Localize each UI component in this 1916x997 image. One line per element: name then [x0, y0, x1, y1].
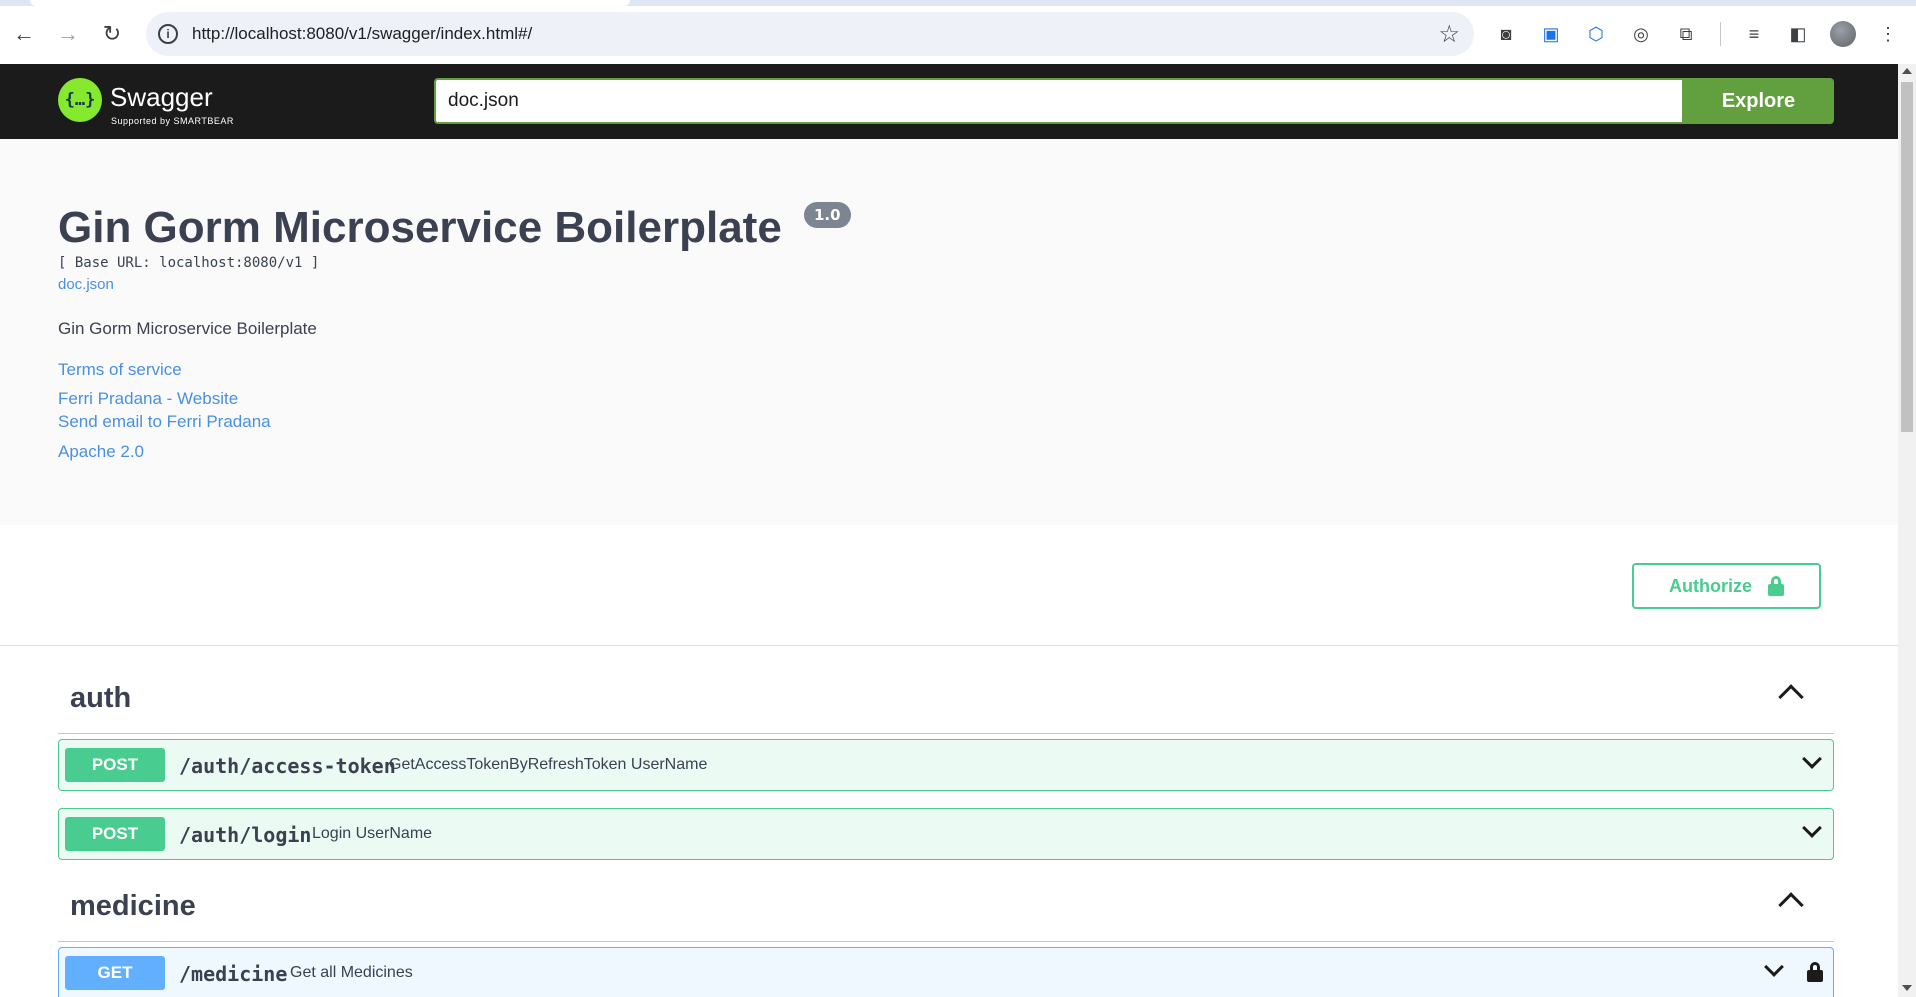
browser-menu-icon[interactable]: ⋮ [1872, 18, 1904, 50]
chevron-down-icon[interactable] [1764, 957, 1784, 977]
scrollbar-thumb[interactable] [1901, 82, 1913, 432]
explore-button[interactable]: Explore [1683, 78, 1834, 124]
authorize-label: Authorize [1669, 575, 1752, 596]
active-tab[interactable] [30, 0, 630, 6]
lock-icon [1768, 576, 1784, 596]
operation-summary[interactable]: Login UserName [312, 825, 432, 843]
browser-chrome: ← → ↻ i http://localhost:8080/v1/swagger… [0, 0, 1916, 64]
doc-json-link[interactable]: doc.json [58, 276, 114, 293]
forward-icon[interactable]: → [50, 16, 86, 52]
base-url: [ Base URL: localhost:8080/v1 ] [58, 255, 320, 271]
scroll-down-icon[interactable] [1902, 985, 1912, 991]
terms-of-service-link[interactable]: Terms of service [58, 360, 182, 380]
opblock-get-medicine[interactable]: GET /medicine Get all Medicines [58, 947, 1834, 997]
version-badge: 1.0 [804, 202, 851, 228]
authorize-button[interactable]: Authorize [1632, 563, 1821, 609]
operation-path[interactable]: /auth/access-token [179, 754, 396, 778]
extension-translate-icon[interactable]: ▣ [1535, 18, 1567, 50]
operation-path[interactable]: /medicine [179, 962, 287, 986]
scheme-container: Authorize [0, 525, 1898, 646]
chevron-up-icon[interactable] [1778, 684, 1804, 710]
operation-path[interactable]: /auth/login [179, 823, 311, 847]
swagger-logo-subtitle: Supported by SMARTBEAR [111, 116, 234, 126]
site-info-icon[interactable]: i [158, 24, 178, 44]
api-description: Gin Gorm Microservice Boilerplate [58, 319, 317, 338]
extension-search-icon[interactable]: ◙ [1490, 18, 1522, 50]
opblock-post-auth-access-token[interactable]: POST /auth/access-token GetAccessTokenBy… [58, 739, 1834, 791]
method-badge[interactable]: GET [65, 956, 165, 990]
page-scrollbar[interactable] [1898, 64, 1916, 997]
swagger-topbar: {…} Swagger Supported by SMARTBEAR Explo… [0, 64, 1898, 139]
extensions-puzzle-icon[interactable]: ⧉ [1670, 18, 1702, 50]
method-badge[interactable]: POST [65, 748, 165, 782]
contact-website-link[interactable]: Ferri Pradana - Website [58, 389, 238, 409]
toolbar-divider [1720, 22, 1721, 46]
operations-section: auth POST /auth/access-token GetAccessTo… [0, 646, 1898, 997]
license-link[interactable]: Apache 2.0 [58, 442, 144, 462]
reload-icon[interactable]: ↻ [94, 16, 130, 52]
back-icon[interactable]: ← [6, 16, 42, 52]
address-bar[interactable]: i http://localhost:8080/v1/swagger/index… [146, 12, 1474, 56]
swagger-logo-text[interactable]: Swagger [110, 82, 213, 113]
extension-circle-icon[interactable]: ◎ [1625, 18, 1657, 50]
operation-summary[interactable]: Get all Medicines [290, 964, 413, 982]
api-title: Gin Gorm Microservice Boilerplate [58, 203, 782, 252]
tag-header-medicine[interactable]: medicine [58, 854, 1834, 942]
bookmark-star-icon[interactable]: ☆ [1438, 20, 1460, 49]
chevron-up-icon[interactable] [1778, 892, 1804, 918]
reading-list-icon[interactable]: ≡ [1738, 18, 1770, 50]
tag-name[interactable]: medicine [70, 890, 196, 923]
extension-hex-icon[interactable]: ⬡ [1580, 18, 1612, 50]
opblock-post-auth-login[interactable]: POST /auth/login Login UserName [58, 808, 1834, 860]
address-url[interactable]: http://localhost:8080/v1/swagger/index.h… [192, 24, 532, 44]
chevron-down-icon[interactable] [1802, 818, 1822, 838]
lock-icon[interactable] [1807, 962, 1823, 982]
api-info-section: Gin Gorm Microservice Boilerplate 1.0 [ … [0, 139, 1898, 525]
side-panel-icon[interactable]: ◧ [1782, 18, 1814, 50]
method-badge[interactable]: POST [65, 817, 165, 851]
chevron-down-icon[interactable] [1802, 749, 1822, 769]
profile-avatar[interactable] [1830, 21, 1856, 47]
tag-name[interactable]: auth [70, 682, 131, 715]
scroll-up-icon[interactable] [1902, 68, 1912, 74]
tag-header-auth[interactable]: auth [58, 646, 1834, 734]
spec-url-input[interactable] [434, 78, 1684, 124]
tab-strip [0, 0, 1916, 6]
swagger-logo-icon[interactable]: {…} [58, 78, 102, 122]
contact-email-link[interactable]: Send email to Ferri Pradana [58, 412, 271, 432]
operation-summary[interactable]: GetAccessTokenByRefreshToken UserName [389, 756, 707, 774]
